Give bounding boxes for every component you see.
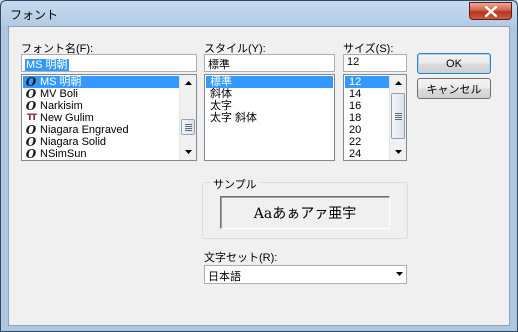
list-item-label: 18 — [349, 112, 362, 124]
charset-label: 文字セット(R): — [204, 252, 278, 264]
list-item[interactable]: O MV Boli — [23, 88, 179, 100]
sample-preview: Aaあぁアァ亜宇 — [220, 196, 390, 229]
list-item-label: Niagara Solid — [40, 136, 107, 148]
scroll-down-button[interactable] — [390, 144, 406, 160]
chevron-up-icon — [184, 81, 192, 85]
list-item[interactable]: 22 — [345, 136, 389, 148]
sample-group-title: サンプル — [210, 176, 260, 192]
list-item[interactable]: 太字 — [206, 100, 333, 112]
font-name-input[interactable]: MS 明朝 — [21, 54, 197, 72]
size-list[interactable]: 24 22 20 18 16 14 12 — [343, 74, 407, 161]
list-item-label: Niagara Engraved — [40, 124, 129, 136]
list-item[interactable]: O Narkisim — [23, 100, 179, 112]
list-item[interactable]: 24 — [345, 148, 389, 160]
scroll-up-button[interactable] — [390, 75, 406, 91]
opentype-icon: O — [25, 87, 37, 101]
list-item[interactable]: 標準 — [206, 76, 333, 88]
size-input[interactable]: 12 — [343, 54, 407, 72]
list-item[interactable]: 16 — [345, 100, 389, 112]
list-item-label: 斜体 — [210, 88, 232, 100]
chevron-down-icon — [394, 150, 402, 154]
close-icon — [484, 5, 497, 17]
style-list[interactable]: 太字 斜体 太字 斜体 標準 — [204, 74, 335, 161]
list-item-label: 20 — [349, 124, 362, 136]
list-item-label: 14 — [349, 88, 362, 100]
grip-icon — [184, 123, 192, 131]
font-list-scrollbar[interactable] — [179, 75, 196, 160]
list-item[interactable]: TT New Gulim — [23, 112, 179, 124]
chevron-up-icon — [394, 81, 402, 85]
list-item-label: New Gulim — [40, 112, 94, 124]
charset-selected-value: 日本語 — [208, 271, 241, 283]
scroll-thumb[interactable] — [391, 93, 405, 139]
dialog-client-area: フォント名(F): MS 明朝 O NSimSun O Niagara Solid O N… — [8, 26, 510, 326]
close-button[interactable] — [469, 2, 512, 20]
chevron-down-icon — [396, 272, 403, 276]
opentype-icon: O — [25, 99, 37, 113]
opentype-icon: O — [25, 123, 37, 137]
ok-button[interactable]: OK — [417, 53, 491, 74]
style-input[interactable]: 標準 — [204, 54, 335, 72]
opentype-icon: O — [25, 147, 37, 161]
charset-select[interactable]: 日本語 — [204, 265, 407, 284]
list-item-label: 12 — [349, 76, 362, 88]
opentype-icon: O — [25, 75, 37, 89]
list-item-label: 22 — [349, 136, 362, 148]
list-item[interactable]: 18 — [345, 112, 389, 124]
font-name-input-text: MS 明朝 — [25, 59, 69, 71]
list-item-label: 太字 — [210, 100, 232, 112]
font-dialog-window: フォント フォント名(F): MS 明朝 O NSimSun O Niagara So… — [0, 0, 518, 332]
list-item-label: 24 — [349, 148, 362, 160]
opentype-icon: O — [25, 135, 37, 149]
list-item[interactable]: 斜体 — [206, 88, 333, 100]
sample-group: サンプル Aaあぁアァ亜宇 — [202, 176, 408, 239]
list-item-label: 太字 斜体 — [210, 112, 258, 124]
list-item[interactable]: 12 — [345, 76, 389, 88]
list-item-label: MV Boli — [40, 88, 78, 100]
list-item[interactable]: O MS 明朝 — [23, 76, 179, 88]
grip-icon — [394, 112, 402, 120]
list-item[interactable]: O Niagara Solid — [23, 136, 179, 148]
list-item-label: MS 明朝 — [40, 76, 82, 88]
title-bar[interactable]: フォント — [1, 1, 517, 25]
font-name-list[interactable]: O NSimSun O Niagara Solid O Niagara Engraved T… — [21, 74, 197, 161]
list-item[interactable]: 14 — [345, 88, 389, 100]
scroll-down-button[interactable] — [180, 144, 196, 160]
list-item[interactable]: 太字 斜体 — [206, 112, 333, 124]
list-item-label: NSimSun — [40, 148, 87, 160]
list-item-label: 16 — [349, 100, 362, 112]
size-list-scrollbar[interactable] — [389, 75, 406, 160]
scroll-up-button[interactable] — [180, 75, 196, 91]
truetype-icon: TT — [26, 113, 37, 123]
list-item[interactable]: O NSimSun — [23, 148, 179, 160]
window-title: フォント — [10, 8, 59, 22]
list-item[interactable]: 20 — [345, 124, 389, 136]
chevron-down-icon — [184, 150, 192, 154]
list-item-label: 標準 — [210, 76, 232, 88]
scroll-thumb[interactable] — [181, 119, 195, 135]
list-item-label: Narkisim — [40, 100, 83, 112]
list-item[interactable]: O Niagara Engraved — [23, 124, 179, 136]
cancel-button[interactable]: キャンセル — [417, 78, 491, 99]
